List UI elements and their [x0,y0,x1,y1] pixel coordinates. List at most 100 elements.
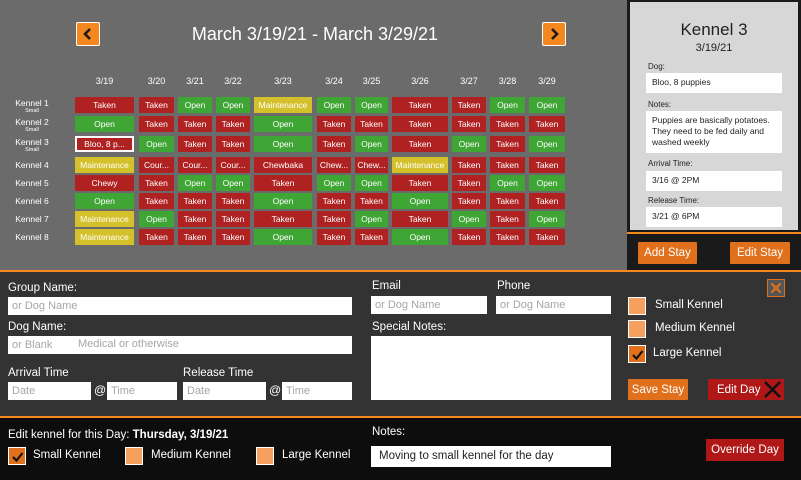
schedule-cell[interactable]: Open [355,211,388,227]
schedule-cell[interactable]: Open [216,175,250,191]
schedule-cell[interactable]: Taken [529,193,565,209]
schedule-cell[interactable]: Open [317,175,351,191]
special-notes-input[interactable] [371,336,611,400]
schedule-cell[interactable]: Maintenance [392,157,448,173]
schedule-cell[interactable]: Taken [452,116,486,132]
schedule-cell[interactable]: Taken [529,116,565,132]
schedule-cell[interactable]: Taken [178,229,212,245]
schedule-cell[interactable]: Taken [139,116,174,132]
save-stay-button[interactable]: Save Stay [628,379,688,400]
schedule-cell[interactable]: Chew... [317,157,351,173]
schedule-cell[interactable]: Open [392,193,448,209]
schedule-cell[interactable]: Open [355,97,388,113]
day-kennel-size-checkbox-2[interactable] [256,447,274,465]
schedule-cell[interactable]: Open [392,229,448,245]
edit-day-button[interactable]: Edit Day [708,379,784,400]
schedule-cell[interactable]: Taken [178,211,212,227]
kennel-size-checkbox-0[interactable] [628,297,646,315]
schedule-cell[interactable]: Open [529,211,565,227]
schedule-cell[interactable]: Open [490,175,525,191]
override-day-button[interactable]: Override Day [706,439,784,461]
schedule-cell[interactable]: Taken [216,116,250,132]
schedule-cell[interactable]: Maintenance [254,97,312,113]
schedule-cell[interactable]: Open [178,175,212,191]
schedule-cell[interactable]: Taken [355,116,388,132]
schedule-cell[interactable]: Taken [317,229,351,245]
schedule-cell[interactable]: Taken [490,157,525,173]
schedule-cell[interactable]: Taken [490,193,525,209]
schedule-cell[interactable]: Open [529,136,565,152]
schedule-cell[interactable]: Bloo, 8 p... [75,136,134,152]
schedule-cell[interactable]: Taken [139,229,174,245]
schedule-cell[interactable]: Taken [392,136,448,152]
schedule-cell[interactable]: Open [254,136,312,152]
schedule-cell[interactable]: Taken [490,211,525,227]
email-input[interactable] [371,296,487,314]
schedule-cell[interactable]: Taken [216,136,250,152]
schedule-cell[interactable]: Taken [216,211,250,227]
schedule-cell[interactable]: Open [139,136,174,152]
next-range-button[interactable] [542,22,566,46]
schedule-cell[interactable]: Chewbaka [254,157,312,173]
schedule-cell[interactable]: Maintenance [75,211,134,227]
kennel-size-checkbox-2[interactable] [628,345,646,363]
arrival-time-input[interactable] [107,382,177,400]
schedule-cell[interactable]: Taken [452,193,486,209]
schedule-cell[interactable]: Open [490,97,525,113]
add-stay-button[interactable]: Add Stay [638,242,697,264]
schedule-cell[interactable]: Open [452,211,486,227]
schedule-cell[interactable]: Taken [139,193,174,209]
schedule-cell[interactable]: Taken [139,97,174,113]
schedule-cell[interactable]: Taken [392,211,448,227]
schedule-cell[interactable]: Taken [392,97,448,113]
schedule-cell[interactable]: Chewy [75,175,134,191]
schedule-cell[interactable]: Taken [178,116,212,132]
schedule-cell[interactable]: Open [75,116,134,132]
schedule-cell[interactable]: Open [216,97,250,113]
schedule-cell[interactable]: Taken [452,97,486,113]
dog-name-input[interactable] [8,336,352,354]
day-notes-input[interactable]: Moving to small kennel for the day [371,446,611,467]
schedule-cell[interactable]: Taken [139,175,174,191]
schedule-cell[interactable]: Taken [317,193,351,209]
schedule-cell[interactable]: Taken [490,136,525,152]
schedule-cell[interactable]: Chew... [355,157,388,173]
day-kennel-size-checkbox-0[interactable] [8,447,26,465]
phone-input[interactable] [496,296,611,314]
schedule-cell[interactable]: Taken [317,116,351,132]
group-name-input[interactable] [8,297,352,315]
schedule-cell[interactable]: Cour... [139,157,174,173]
schedule-cell[interactable]: Open [254,229,312,245]
release-time-input[interactable] [282,382,352,400]
schedule-cell[interactable]: Taken [490,229,525,245]
schedule-cell[interactable]: Taken [392,175,448,191]
schedule-cell[interactable]: Taken [178,193,212,209]
schedule-cell[interactable]: Open [75,193,134,209]
kennel-size-checkbox-1[interactable] [628,320,646,338]
schedule-cell[interactable]: Taken [75,97,134,113]
schedule-cell[interactable]: Taken [254,211,312,227]
schedule-cell[interactable]: Open [317,97,351,113]
schedule-cell[interactable]: Taken [452,157,486,173]
schedule-cell[interactable]: Open [178,97,212,113]
schedule-cell[interactable]: Open [139,211,174,227]
close-form-button[interactable] [767,279,785,297]
schedule-cell[interactable]: Open [529,175,565,191]
schedule-cell[interactable]: Taken [178,136,212,152]
schedule-cell[interactable]: Taken [254,175,312,191]
schedule-cell[interactable]: Taken [216,193,250,209]
schedule-cell[interactable]: Cour... [178,157,212,173]
schedule-cell[interactable]: Open [452,136,486,152]
schedule-cell[interactable]: Taken [452,229,486,245]
day-kennel-size-checkbox-1[interactable] [125,447,143,465]
schedule-cell[interactable]: Taken [392,116,448,132]
arrival-date-input[interactable] [8,382,91,400]
schedule-cell[interactable]: Open [355,175,388,191]
schedule-cell[interactable]: Taken [317,211,351,227]
schedule-cell[interactable]: Maintenance [75,229,134,245]
schedule-cell[interactable]: Taken [490,116,525,132]
release-date-input[interactable] [183,382,266,400]
schedule-cell[interactable]: Open [529,97,565,113]
schedule-cell[interactable]: Taken [216,229,250,245]
schedule-cell[interactable]: Taken [529,229,565,245]
